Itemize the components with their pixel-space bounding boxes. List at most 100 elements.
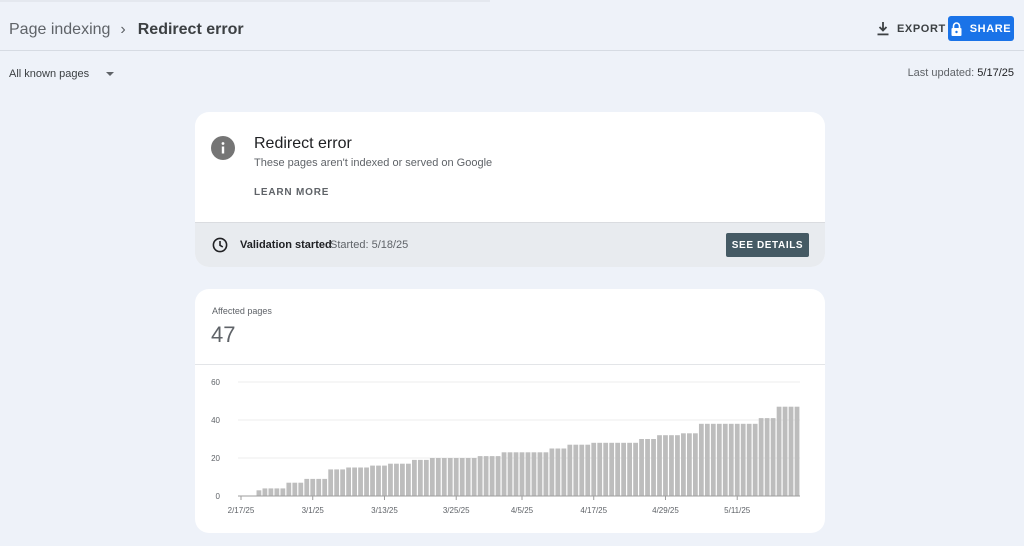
info-icon	[211, 136, 235, 160]
chart-bar	[567, 444, 573, 496]
chart-bar	[465, 458, 471, 496]
chart-bar	[692, 433, 698, 496]
chart-bar	[346, 467, 351, 496]
validation-status: Validation started	[240, 239, 332, 251]
x-tick-label: 3/1/25	[302, 506, 325, 515]
see-details-button[interactable]: SEE DETAILS	[726, 233, 809, 257]
chart-bar	[471, 458, 477, 496]
chart-bar	[657, 435, 662, 496]
affected-pages-chart: 0 20 40 60 2/17/25 3/1/25 3/13/25 3/25/25 4/5/25…	[211, 378, 800, 515]
chart-bar	[310, 478, 316, 496]
chart-bar	[621, 442, 627, 496]
page-title: Redirect error	[137, 21, 244, 38]
share-button[interactable]: SHARE	[948, 16, 1014, 41]
chart-bar	[537, 452, 543, 496]
chart-bar	[489, 456, 495, 496]
breadcrumb-parent-link[interactable]: Page indexing	[9, 21, 110, 39]
chart-bar	[501, 452, 507, 496]
chart-bar	[477, 456, 483, 496]
last-updated-label: Last updated:	[907, 67, 975, 79]
issue-subtitle: These pages aren't indexed or served on …	[254, 157, 493, 169]
top-progress-line	[0, 0, 490, 2]
chart-bar	[370, 465, 375, 496]
y-tick-label: 0	[216, 492, 221, 501]
chart-bar	[681, 433, 686, 496]
chart-bar	[280, 488, 286, 496]
x-tick-label: 3/13/25	[371, 506, 398, 515]
chart-bar	[698, 423, 704, 496]
affected-pages-count: 47	[211, 322, 236, 347]
chart-bar	[274, 488, 280, 496]
chart-bar	[710, 423, 716, 496]
chart-bar	[513, 452, 519, 496]
validation-status-bar: Validation started Started: 5/18/25 SEE …	[195, 222, 825, 267]
chart-bar	[722, 423, 728, 496]
chart-bar	[400, 463, 405, 496]
chart-bar	[704, 423, 710, 496]
chart-bar	[286, 482, 292, 496]
chart-bar	[519, 452, 525, 496]
chart-bar	[764, 418, 770, 496]
chart-bar	[687, 433, 692, 496]
chart-bar	[382, 465, 387, 496]
chart-bar	[352, 467, 357, 496]
chart-bar	[483, 456, 489, 496]
chart-bar	[675, 435, 680, 496]
chart-bar	[716, 423, 722, 496]
chart-bar	[549, 448, 555, 496]
chart-bar	[423, 459, 429, 496]
x-tick-label: 4/17/25	[580, 506, 607, 515]
chart-bar	[585, 444, 591, 496]
chart-bar	[758, 418, 764, 496]
chart-bar	[453, 458, 459, 496]
chart-bar	[639, 439, 644, 496]
lock-icon	[951, 21, 962, 36]
last-updated: Last updated: 5/17/25	[908, 67, 1014, 79]
chart-bar	[633, 442, 638, 496]
y-tick-label: 60	[211, 378, 220, 387]
chart-bar	[740, 423, 746, 496]
chart-bar	[406, 463, 411, 496]
share-label: SHARE	[969, 22, 1012, 35]
chart-bar	[794, 406, 800, 496]
x-tick-label: 3/25/25	[443, 506, 470, 515]
last-updated-value: 5/17/25	[977, 67, 1014, 79]
chart-bar	[728, 423, 734, 496]
x-tick-label: 4/5/25	[511, 506, 534, 515]
pages-filter-dropdown[interactable]: All known pages	[9, 66, 115, 82]
chart-bar	[328, 469, 334, 496]
y-tick-label: 20	[211, 454, 220, 463]
y-tick-label: 40	[211, 416, 220, 425]
chart-bar	[591, 442, 597, 496]
chart-bar	[561, 448, 567, 496]
chart-bar	[364, 467, 369, 496]
chart-bar	[788, 406, 794, 496]
chart-bar	[394, 463, 399, 496]
top-bar: Page indexing › Redirect error EXPORT SH…	[0, 0, 1024, 51]
chart-bar	[358, 467, 363, 496]
chart-bar	[776, 406, 782, 496]
chart-bar	[531, 452, 537, 496]
breadcrumb: Page indexing › Redirect error	[9, 19, 244, 41]
chart-bar	[256, 490, 262, 496]
chart-bar	[663, 435, 668, 496]
learn-more-link[interactable]: LEARN MORE	[254, 187, 329, 198]
chart-bar	[447, 458, 453, 496]
affected-pages-card: Affected pages 47 0 20 40 60 2/17/25 3/1/25 3/…	[195, 289, 825, 533]
chart-bar	[734, 423, 740, 496]
chart-bar	[669, 435, 674, 496]
chart-bar	[507, 452, 513, 496]
chart-bar	[334, 469, 340, 496]
chart-bar	[579, 444, 585, 496]
chart-bar	[746, 423, 752, 496]
chart-bar	[316, 478, 322, 496]
export-button[interactable]: EXPORT	[877, 18, 946, 40]
chart-bar	[525, 452, 531, 496]
chart-bar	[603, 442, 609, 496]
chart-bar	[435, 458, 441, 496]
dropdown-arrow-icon	[106, 72, 115, 76]
affected-pages-label: Affected pages	[212, 306, 272, 316]
chart-bar	[304, 478, 310, 496]
chart-bar	[322, 478, 328, 496]
validation-started-date: Started: 5/18/25	[330, 239, 409, 251]
